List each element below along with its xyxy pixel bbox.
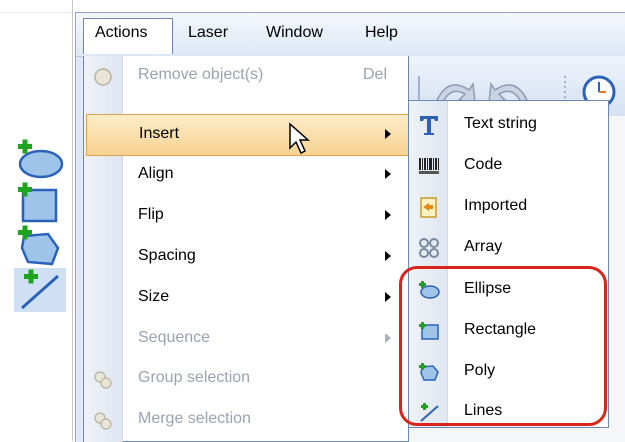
submenu-arrow-icon bbox=[385, 169, 391, 179]
insert-submenu: Text string Code Imported Array Ellipse … bbox=[408, 100, 609, 428]
submenu-item-lines[interactable]: Lines bbox=[409, 392, 608, 432]
submenu-arrow-icon bbox=[385, 251, 391, 261]
menu-item-insert[interactable]: Insert bbox=[86, 114, 410, 156]
menu-item-label: Insert bbox=[139, 125, 180, 142]
menu-item-label: Size bbox=[138, 288, 170, 305]
menu-item-label: Group selection bbox=[138, 369, 251, 386]
menu-window[interactable]: Window bbox=[266, 24, 323, 42]
menu-item-shortcut: Del bbox=[362, 66, 387, 83]
menu-item-group-selection[interactable]: Group selection bbox=[84, 359, 409, 399]
array-icon bbox=[419, 238, 439, 258]
submenu-item-label: Lines bbox=[464, 402, 503, 419]
submenu-item-code[interactable]: Code bbox=[409, 146, 608, 186]
submenu-item-label: Ellipse bbox=[464, 280, 512, 297]
menu-actions[interactable]: Actions bbox=[83, 18, 173, 54]
submenu-item-rectangle[interactable]: Rectangle bbox=[409, 311, 608, 351]
menu-item-size[interactable]: Size bbox=[84, 278, 409, 318]
remove-objects-icon bbox=[94, 68, 112, 86]
menu-bar: Actions Laser Window Help bbox=[76, 13, 625, 57]
menu-item-label: Sequence bbox=[138, 329, 211, 346]
poly-icon bbox=[419, 363, 439, 381]
menu-item-flip[interactable]: Flip bbox=[84, 196, 409, 236]
mouse-cursor-icon bbox=[289, 122, 310, 155]
submenu-item-array[interactable]: Array bbox=[409, 228, 608, 268]
add-line-icon[interactable] bbox=[14, 268, 66, 312]
menu-item-merge-selection[interactable]: Merge selection bbox=[84, 400, 409, 440]
menu-actions-label: Actions bbox=[95, 24, 148, 41]
menu-item-label: Flip bbox=[138, 206, 164, 223]
group-icon bbox=[94, 371, 112, 389]
menu-item-label: Align bbox=[138, 165, 174, 182]
menu-help[interactable]: Help bbox=[365, 24, 398, 42]
left-icon-column bbox=[0, 0, 73, 441]
add-ellipse-icon[interactable] bbox=[14, 138, 66, 182]
menu-item-remove-objects[interactable]: Remove object(s) Del bbox=[84, 56, 409, 96]
submenu-item-label: Poly bbox=[464, 362, 496, 379]
submenu-item-poly[interactable]: Poly bbox=[409, 352, 608, 392]
menu-item-label: Spacing bbox=[138, 247, 196, 264]
add-rectangle-icon[interactable] bbox=[14, 181, 66, 225]
submenu-item-label: Text string bbox=[464, 115, 537, 132]
submenu-item-text-string[interactable]: Text string bbox=[409, 105, 608, 145]
submenu-item-label: Code bbox=[464, 156, 503, 173]
submenu-item-imported[interactable]: Imported bbox=[409, 187, 608, 227]
submenu-item-label: Rectangle bbox=[464, 321, 537, 338]
rectangle-icon bbox=[419, 322, 439, 340]
ellipse-icon bbox=[419, 281, 440, 299]
actions-dropdown: Remove object(s) Del Insert Align Flip S… bbox=[83, 56, 410, 442]
menu-item-sequence[interactable]: Sequence bbox=[84, 319, 409, 359]
submenu-item-label: Imported bbox=[464, 197, 528, 214]
menu-item-align[interactable]: Align bbox=[84, 155, 409, 195]
import-icon bbox=[420, 197, 437, 218]
menu-laser[interactable]: Laser bbox=[188, 24, 228, 42]
menu-item-label: Remove object(s) bbox=[138, 66, 264, 83]
text-icon bbox=[420, 116, 438, 135]
barcode-icon bbox=[419, 158, 439, 174]
submenu-item-label: Array bbox=[464, 238, 503, 255]
menu-item-spacing[interactable]: Spacing bbox=[84, 237, 409, 277]
submenu-arrow-icon bbox=[385, 210, 391, 220]
submenu-arrow-icon bbox=[385, 292, 391, 302]
submenu-item-ellipse[interactable]: Ellipse bbox=[409, 270, 608, 310]
menu-item-label: Merge selection bbox=[138, 410, 251, 427]
add-poly-icon[interactable] bbox=[14, 224, 66, 268]
submenu-arrow-icon bbox=[385, 333, 391, 343]
submenu-arrow-icon bbox=[385, 129, 391, 139]
merge-icon bbox=[94, 412, 112, 430]
lines-icon bbox=[420, 403, 439, 422]
